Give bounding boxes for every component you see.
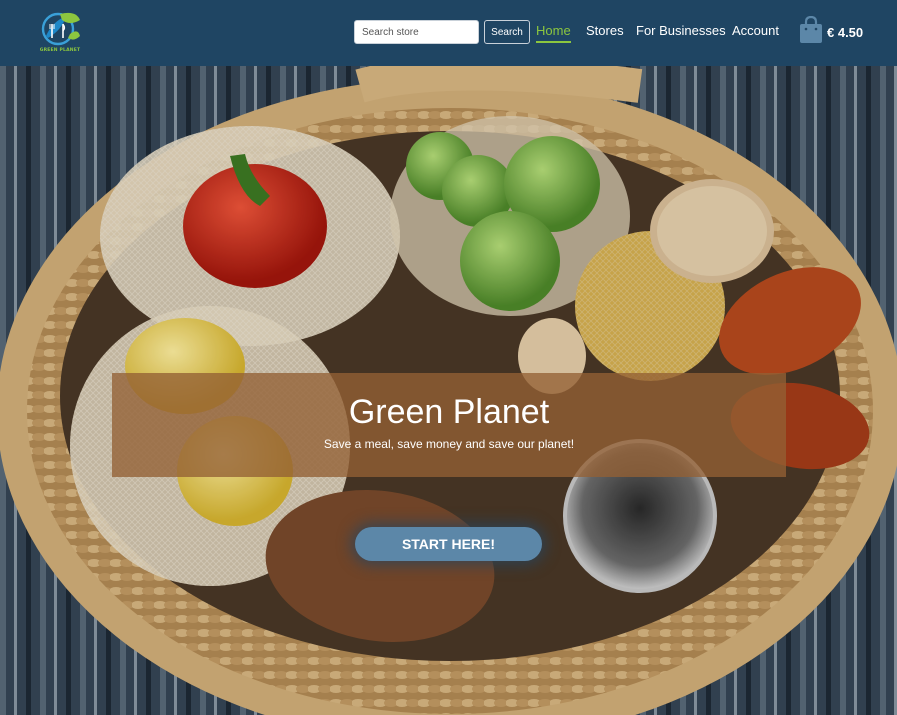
nav-for-businesses-link[interactable]: For Businesses [636, 23, 726, 43]
search-input[interactable] [354, 20, 479, 44]
cart-button[interactable]: € 4.50 [799, 16, 869, 46]
logo-text: GREEN PLANET [39, 48, 81, 53]
cart-amount: € 4.50 [827, 25, 864, 40]
planet-leaf-icon [41, 12, 80, 46]
hero-banner: Green Planet Save a meal, save money and… [112, 373, 786, 477]
nav-account-link[interactable]: Account [732, 23, 779, 43]
hero-subtitle: Save a meal, save money and save our pla… [323, 437, 575, 451]
nav-stores-link[interactable]: Stores [586, 23, 624, 43]
hero-section: Green Planet Save a meal, save money and… [0, 66, 897, 715]
shopping-bag-icon [800, 16, 822, 43]
hero-title: Green Planet [348, 393, 550, 431]
brand-logo[interactable]: GREEN PLANET [36, 8, 84, 56]
nav-home-link[interactable]: Home [536, 23, 571, 43]
search-button[interactable]: Search [484, 20, 530, 44]
top-navbar: GREEN PLANET Search Home Stores For Busi… [0, 0, 897, 66]
start-here-button[interactable]: START HERE! [355, 527, 542, 561]
